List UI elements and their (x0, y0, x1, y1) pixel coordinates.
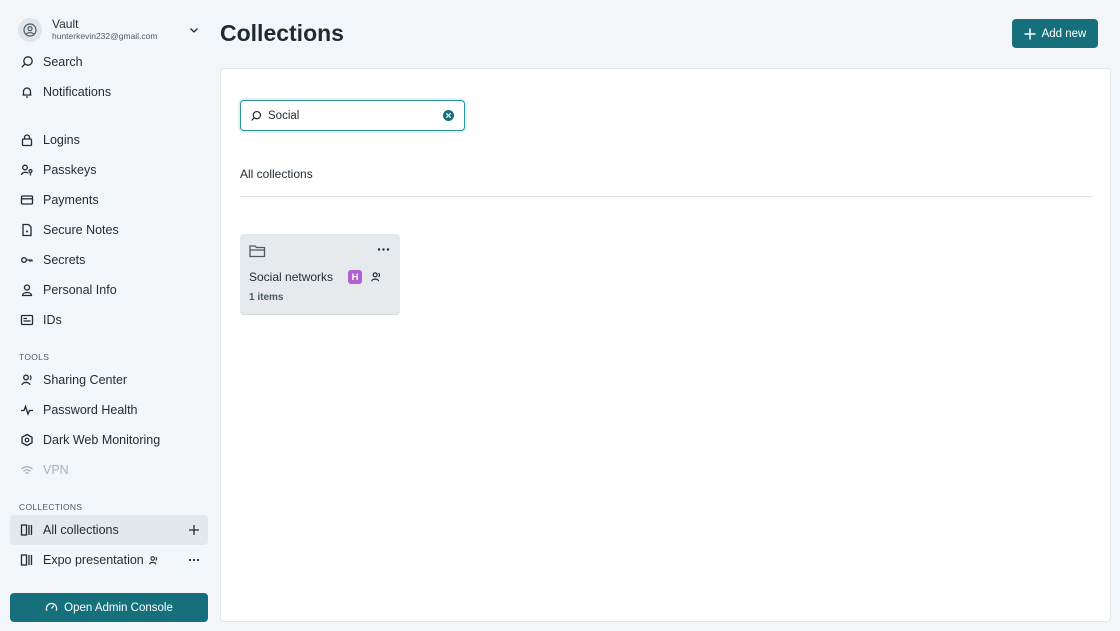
add-new-button[interactable]: Add new (1012, 19, 1098, 48)
nav-label: Logins (43, 133, 80, 147)
bell-icon (19, 84, 35, 100)
add-new-label: Add new (1041, 27, 1087, 40)
nav-label: Dark Web Monitoring (43, 433, 161, 447)
collection-card[interactable]: Social networks H 1 items (240, 234, 400, 315)
search-icon (250, 110, 262, 122)
search-icon (19, 54, 35, 70)
collections-panel: All collections Social networks H 1 item… (220, 68, 1111, 622)
shared-icon (370, 271, 382, 283)
nav-label: Passkeys (43, 163, 97, 177)
passkey-icon (19, 162, 35, 178)
nav-expo-presentation[interactable]: Expo presentation (10, 545, 208, 575)
nav-label: VPN (43, 463, 69, 477)
sharing-icon (19, 372, 35, 388)
collection-name: Social networks (249, 270, 334, 284)
collection-icon (19, 522, 35, 538)
person-icon (19, 282, 35, 298)
space-badge: H (348, 270, 362, 284)
lock-icon (19, 132, 35, 148)
plus-icon (1024, 28, 1036, 40)
card-icon (19, 192, 35, 208)
avatar (18, 18, 42, 42)
more-options-icon[interactable] (186, 552, 202, 568)
nav-label: Search (43, 55, 83, 69)
nav-label: Password Health (43, 403, 138, 417)
gauge-icon (45, 601, 58, 614)
nav-notifications[interactable]: Notifications (10, 77, 208, 107)
nav-label: Secrets (43, 253, 86, 267)
nav-label: All collections (43, 523, 119, 537)
divider (240, 196, 1092, 197)
nav-password-health[interactable]: Password Health (10, 395, 208, 425)
note-icon (19, 222, 35, 238)
nav-ids[interactable]: IDs (10, 305, 208, 335)
shared-icon (148, 555, 159, 566)
pulse-icon (19, 402, 35, 418)
nav-secrets[interactable]: Secrets (10, 245, 208, 275)
nav-search[interactable]: Search (10, 47, 208, 77)
section-label-collections: COLLECTIONS (19, 502, 83, 512)
nav-label: Personal Info (43, 283, 117, 297)
nav-logins[interactable]: Logins (10, 125, 208, 155)
search-input[interactable] (268, 109, 433, 122)
nav-all-collections[interactable]: All collections (10, 515, 208, 545)
user-circle-icon (23, 23, 37, 37)
nav-payments[interactable]: Payments (10, 185, 208, 215)
nav-dark-web-monitoring[interactable]: Dark Web Monitoring (10, 425, 208, 455)
nav-vpn: VPN (10, 455, 208, 485)
admin-button-label: Open Admin Console (64, 601, 173, 614)
nav-sharing-center[interactable]: Sharing Center (10, 365, 208, 395)
account-email: hunterkevin232@gmail.com (52, 31, 158, 41)
key-icon (19, 252, 35, 268)
account-name: Vault (52, 17, 79, 31)
open-admin-console-button[interactable]: Open Admin Console (10, 593, 208, 622)
search-field[interactable] (240, 100, 465, 131)
sidebar: Vault hunterkevin232@gmail.com Search No… (0, 0, 218, 631)
nav-secure-notes[interactable]: Secure Notes (10, 215, 208, 245)
chevron-down-icon[interactable] (188, 23, 200, 41)
collection-icon (19, 552, 35, 568)
nav-label: Payments (43, 193, 99, 207)
nav-label: Notifications (43, 85, 112, 99)
id-card-icon (19, 312, 35, 328)
plus-icon[interactable] (186, 522, 202, 538)
folder-icon (249, 244, 266, 258)
clear-search-icon[interactable] (443, 110, 454, 121)
nav-label: Sharing Center (43, 373, 128, 387)
account-switcher[interactable]: Vault hunterkevin232@gmail.com (10, 12, 208, 48)
nav-label: Secure Notes (43, 223, 119, 237)
radar-icon (19, 432, 35, 448)
section-label-tools: TOOLS (19, 352, 50, 362)
page-title: Collections (220, 20, 344, 46)
nav-passkeys[interactable]: Passkeys (10, 155, 208, 185)
more-options-icon[interactable] (377, 243, 390, 256)
wifi-icon (19, 462, 35, 478)
nav-personal-info[interactable]: Personal Info (10, 275, 208, 305)
nav-label: Expo presentation (43, 553, 144, 567)
nav-label: IDs (43, 313, 62, 327)
collection-item-count: 1 items (249, 292, 284, 303)
section-heading: All collections (240, 167, 313, 181)
